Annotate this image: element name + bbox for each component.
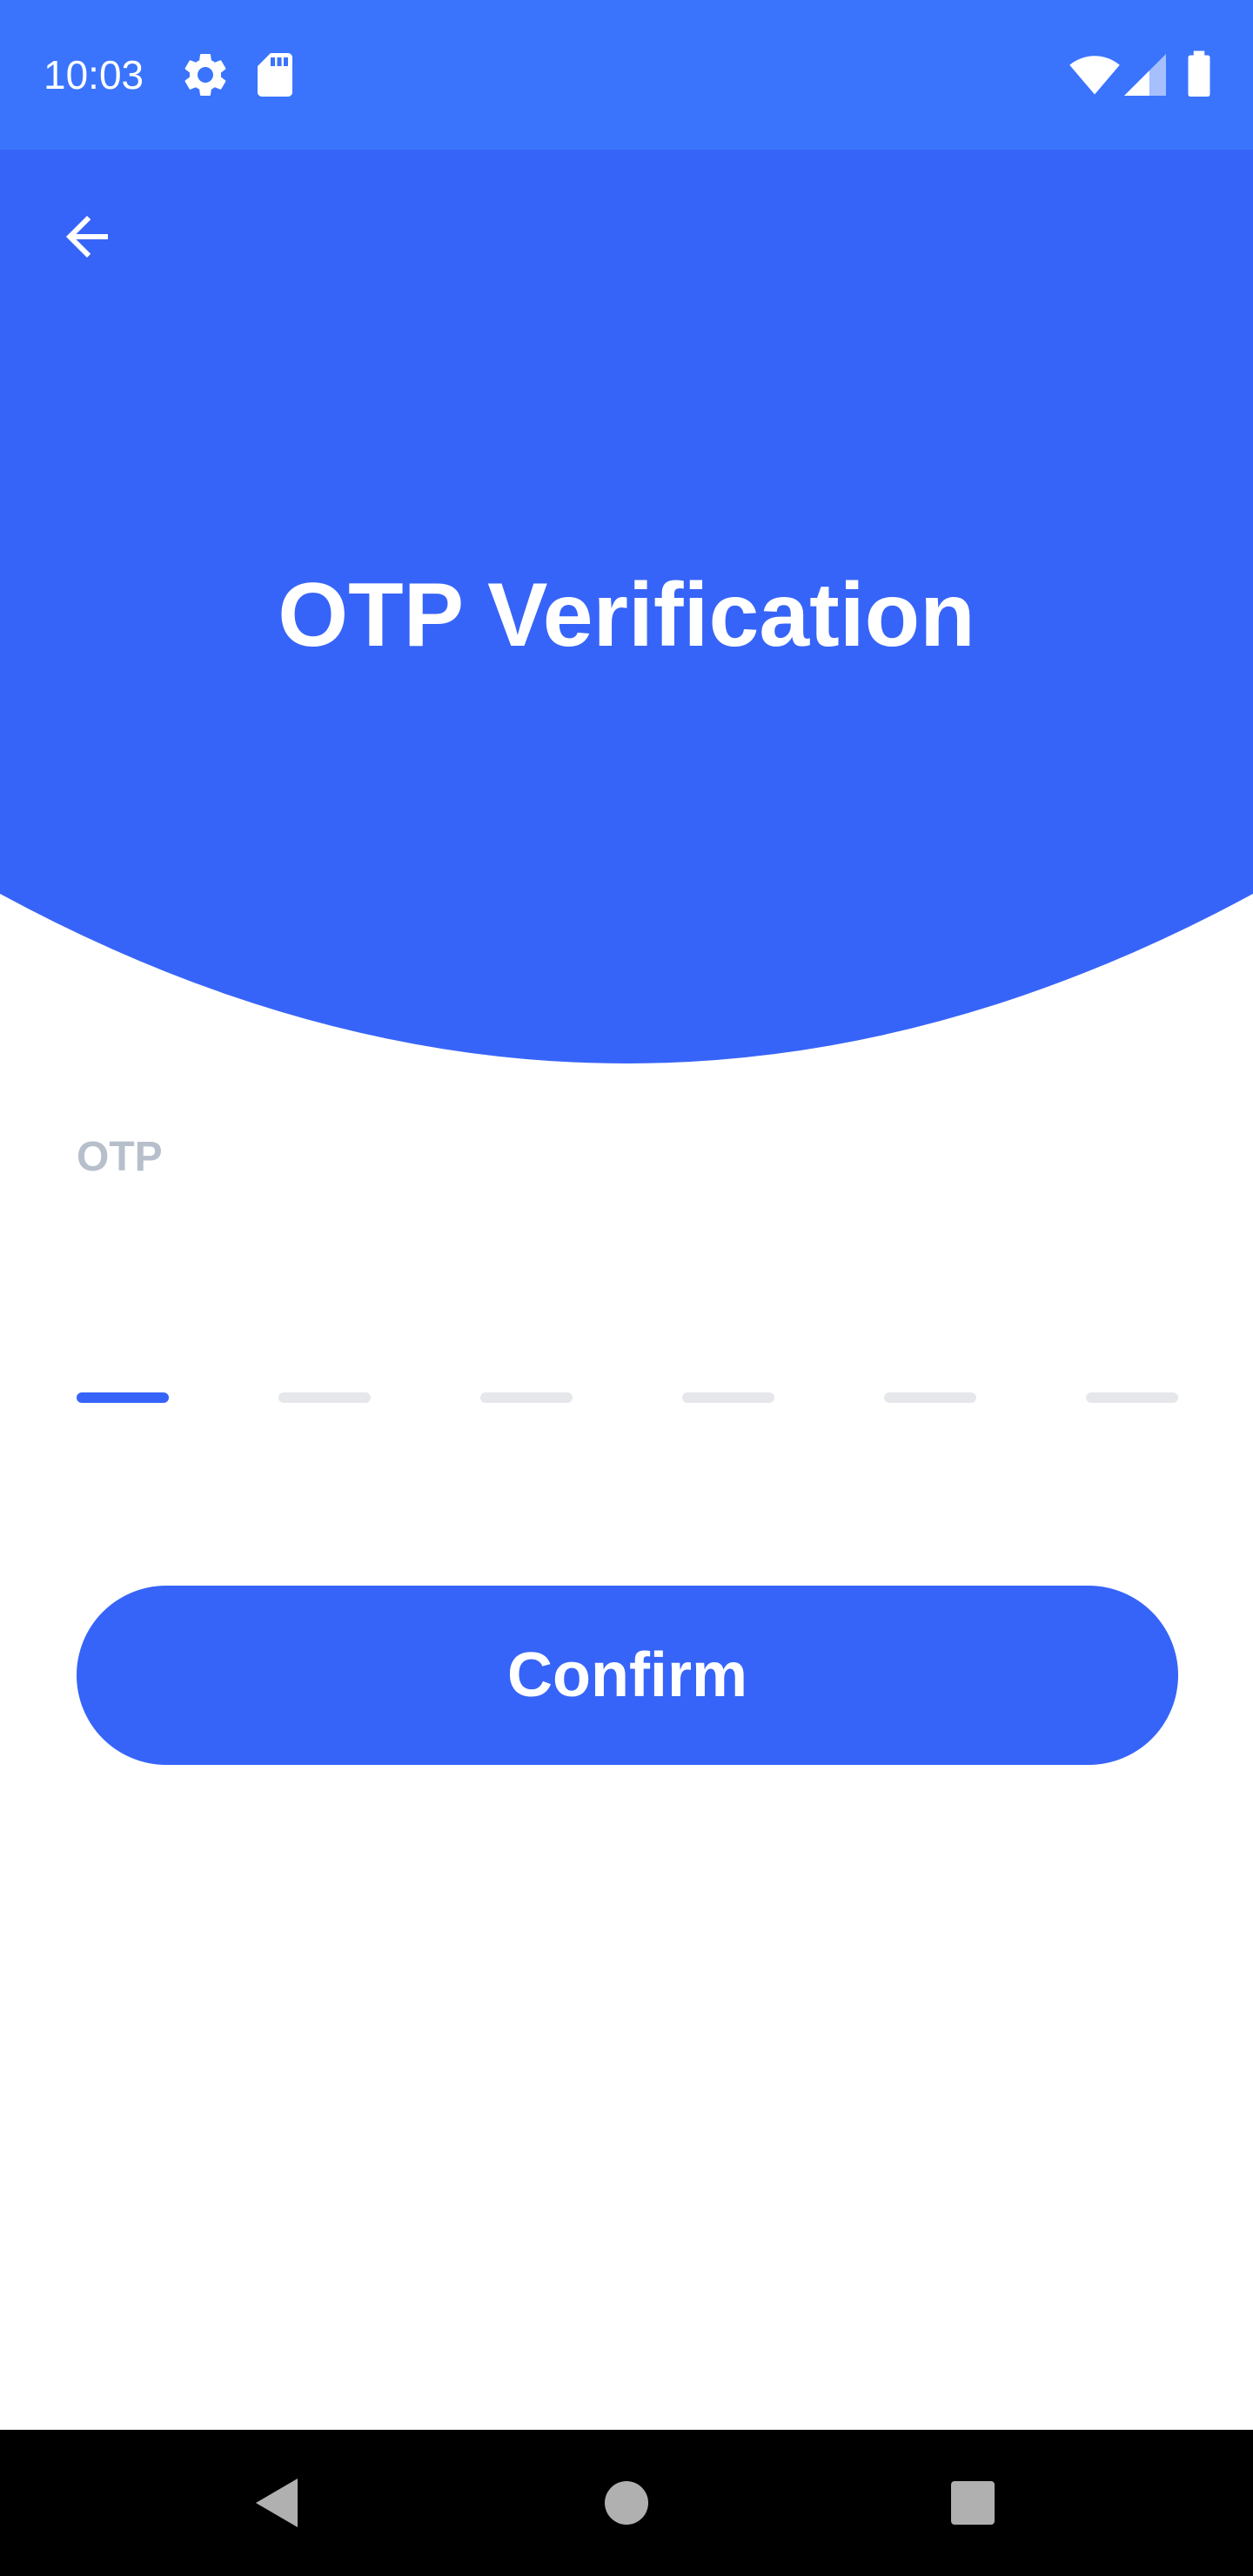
otp-digit-slot-3[interactable] [480,1392,573,1403]
back-button[interactable] [45,195,129,278]
back-triangle-icon [256,2479,298,2527]
otp-digit-slot-2[interactable] [278,1392,371,1403]
battery-icon [1182,49,1216,101]
nav-home-button[interactable] [592,2468,661,2538]
otp-label: OTP [77,1134,163,1180]
header: OTP Verification [0,150,1253,1063]
otp-digit-slot-4[interactable] [682,1392,774,1403]
otp-digit-slot-5[interactable] [884,1392,976,1403]
otp-digit-slot-1[interactable] [77,1392,169,1403]
nav-recents-button[interactable] [938,2468,1008,2538]
page-title: OTP Verification [278,565,975,666]
navigation-bar [0,2430,1253,2576]
status-bar: 10:03 [0,0,1253,150]
cellular-signal-icon [1124,49,1166,101]
confirm-button[interactable]: Confirm [77,1586,1178,1765]
status-time: 10:03 [44,52,144,97]
home-circle-icon [605,2481,648,2525]
gear-icon [179,49,231,101]
nav-back-button[interactable] [242,2468,312,2538]
otp-input[interactable] [77,1392,1178,1410]
otp-digit-slot-6[interactable] [1086,1392,1178,1403]
otp-verification-screen: 10:03 OTP Verification OTP Confirm [0,0,1253,2576]
arrow-left-icon [66,216,108,258]
sd-card-icon [249,49,301,101]
wifi-icon [1067,49,1122,101]
recents-square-icon [951,2481,995,2525]
